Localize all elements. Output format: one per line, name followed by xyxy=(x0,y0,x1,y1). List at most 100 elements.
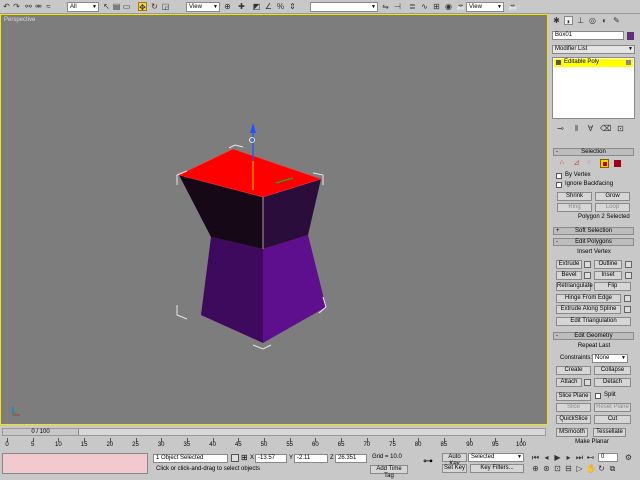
motion-tab-icon[interactable]: ◎ xyxy=(588,16,597,25)
quickslice-button[interactable]: QuickSlice xyxy=(556,415,591,424)
percent-snap-icon[interactable]: % xyxy=(276,2,285,11)
go-to-end-icon[interactable]: ⏭ xyxy=(575,453,584,462)
tessellate-button[interactable]: Tessellate xyxy=(593,428,626,437)
redo-icon[interactable]: ↷ xyxy=(12,2,21,11)
loop-button[interactable]: Loop xyxy=(595,203,630,212)
zoom-all-icon[interactable]: ⊛ xyxy=(542,464,551,473)
edit-polygons-rollout-header[interactable]: - Edit Polygons xyxy=(553,238,634,246)
soft-selection-rollout-header[interactable]: + Soft Selection xyxy=(553,227,634,235)
pivot-center-icon[interactable]: ⊕ xyxy=(223,2,232,11)
key-mode-toggle-icon[interactable]: ⊷ xyxy=(586,453,595,462)
set-key-button[interactable]: Set Key xyxy=(442,464,467,473)
select-manipulate-icon[interactable]: ✚ xyxy=(237,2,246,11)
show-end-result-icon[interactable]: ‖ xyxy=(572,124,581,133)
selection-filter-dropdown[interactable]: All ▼ xyxy=(67,2,99,12)
repeat-last-button[interactable]: Repeat Last xyxy=(557,343,631,352)
y-coordinate-field[interactable]: -2.11 xyxy=(294,454,328,463)
x-coordinate-field[interactable]: -13.57 xyxy=(255,454,287,463)
maxscript-listener[interactable] xyxy=(2,453,148,474)
border-level-icon[interactable]: ◌ xyxy=(587,160,591,167)
modifier-list-dropdown[interactable]: Modifier List ▼ xyxy=(552,45,635,54)
polygon-level-icon[interactable] xyxy=(600,159,609,168)
snap-toggle-icon[interactable]: ◩ xyxy=(252,2,261,11)
bind-spacewarp-icon[interactable]: ≈ xyxy=(44,2,53,11)
spinner-snap-icon[interactable]: ⇕ xyxy=(288,2,297,11)
perspective-viewport[interactable]: Perspective xyxy=(0,14,548,425)
select-move-icon[interactable]: ✥ xyxy=(138,2,147,12)
insert-vertex-button[interactable]: Insert Vertex xyxy=(557,249,631,258)
bulb-icon[interactable] xyxy=(626,60,631,65)
hinge-settings-icon[interactable] xyxy=(624,295,631,302)
utilities-tab-icon[interactable]: ✎ xyxy=(612,16,621,25)
modify-tab-icon[interactable]: ◗ xyxy=(564,16,573,26)
pin-stack-icon[interactable]: ⊸ xyxy=(556,124,565,133)
slice-button[interactable]: Slice xyxy=(556,403,591,412)
constraints-dropdown[interactable]: None ▼ xyxy=(592,354,628,363)
undo-icon[interactable]: ↶ xyxy=(2,2,11,11)
arc-rotate-icon[interactable]: ↻ xyxy=(597,464,606,473)
element-level-icon[interactable] xyxy=(614,160,621,167)
stack-item-editable-poly[interactable]: Editable Poly xyxy=(554,59,633,67)
track-bar[interactable]: 0 5 10 15 20 25 30 35 40 45 50 55 60 65 70 75 80 85 90 95 10… xyxy=(0,437,609,451)
hinge-from-edge-button[interactable]: Hinge From Edge xyxy=(556,294,621,303)
field-of-view-icon[interactable]: ▷ xyxy=(575,464,584,473)
region-select-icon[interactable]: ▭ xyxy=(122,2,131,11)
select-object-icon[interactable]: ↖ xyxy=(102,2,111,11)
key-mode-dropdown[interactable]: Selected ▼ xyxy=(468,453,524,462)
split-checkbox[interactable] xyxy=(595,393,601,399)
extrude-button[interactable]: Extrude xyxy=(556,260,582,269)
cut-button[interactable]: Cut xyxy=(594,415,631,424)
go-to-start-icon[interactable]: ⏮ xyxy=(531,453,540,462)
maximize-viewport-icon[interactable]: ⧉ xyxy=(608,464,617,473)
key-filters-button[interactable]: Key Filters... xyxy=(470,464,524,473)
named-selection-sets-dropdown[interactable]: ▼ xyxy=(310,2,378,12)
reset-plane-button[interactable]: Reset Plane xyxy=(594,403,631,412)
edge-level-icon[interactable]: ◿ xyxy=(574,160,579,167)
edit-triangulation-button[interactable]: Edit Triangulation xyxy=(556,317,631,326)
quick-render-icon[interactable]: ☕ xyxy=(508,2,518,11)
layer-manager-icon[interactable]: ≣ xyxy=(408,2,417,11)
edit-geometry-rollout-header[interactable]: - Edit Geometry xyxy=(553,332,634,340)
object-name-field[interactable]: Box01 xyxy=(552,31,624,40)
time-slider-thumb[interactable]: 0 / 100 xyxy=(3,429,79,435)
zoom-extents-all-icon[interactable]: ⊟ xyxy=(564,464,573,473)
play-icon[interactable]: ▶ xyxy=(553,453,562,462)
stack-expand-icon[interactable] xyxy=(556,60,561,65)
absolute-mode-icon[interactable]: ⊞ xyxy=(241,454,248,462)
collapse-button[interactable]: Collapse xyxy=(594,366,631,375)
make-planar-button[interactable]: Make Planar xyxy=(562,439,622,446)
inset-settings-icon[interactable] xyxy=(625,272,632,279)
select-rotate-icon[interactable]: ↻ xyxy=(150,2,159,11)
render-scene-icon[interactable]: ☕ xyxy=(456,2,466,11)
slice-plane-button[interactable]: Slice Plane xyxy=(556,392,591,401)
by-vertex-checkbox[interactable] xyxy=(556,173,562,179)
z-coordinate-field[interactable]: 26.351 xyxy=(335,454,367,463)
extrude-along-spline-button[interactable]: Extrude Along Spline xyxy=(556,305,621,314)
retriangulate-button[interactable]: Retriangulate xyxy=(556,282,593,291)
selection-rollout-header[interactable]: - Selection xyxy=(553,148,634,156)
extrude-spline-settings-icon[interactable] xyxy=(624,306,631,313)
ignore-backfacing-checkbox[interactable] xyxy=(556,182,562,188)
outline-button[interactable]: Outline xyxy=(594,260,622,269)
bevel-settings-icon[interactable] xyxy=(584,272,591,279)
select-by-name-icon[interactable]: ▤ xyxy=(112,2,121,11)
attach-button[interactable]: Attach xyxy=(556,378,582,387)
previous-frame-icon[interactable]: ◂ xyxy=(542,453,551,462)
object-color-swatch[interactable] xyxy=(627,32,634,40)
gizmo-z-arrow[interactable] xyxy=(250,123,256,133)
render-type-dropdown[interactable]: View ▼ xyxy=(466,2,504,12)
auto-key-button[interactable]: Auto Key xyxy=(442,453,467,467)
mirror-icon[interactable]: ⇋ xyxy=(381,2,390,11)
reference-coordinate-dropdown[interactable]: View ▼ xyxy=(186,2,220,12)
create-tab-icon[interactable]: ✱ xyxy=(552,16,561,25)
align-icon[interactable]: ⊣ xyxy=(393,2,402,11)
remove-modifier-icon[interactable]: ⌫ xyxy=(600,124,611,133)
next-frame-icon[interactable]: ▸ xyxy=(564,453,573,462)
current-frame-field[interactable]: 0 xyxy=(598,453,618,462)
time-slider-track[interactable]: 0 / 100 xyxy=(2,428,546,436)
material-editor-icon[interactable]: ◉ xyxy=(444,2,453,11)
display-tab-icon[interactable]: ◐ xyxy=(600,16,609,25)
create-button[interactable]: Create xyxy=(556,366,591,375)
lock-selection-icon[interactable] xyxy=(231,454,239,462)
configure-sets-icon[interactable]: ⊡ xyxy=(616,124,625,133)
